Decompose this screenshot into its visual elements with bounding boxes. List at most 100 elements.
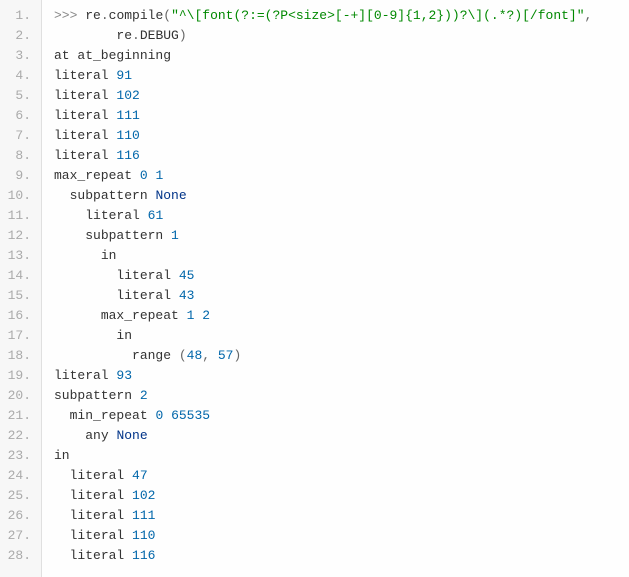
code-token: max_repeat [54, 168, 140, 183]
code-token: 93 [116, 368, 132, 383]
code-token: literal [70, 548, 132, 563]
code-token: literal [54, 88, 116, 103]
code-line: literal 110 [54, 526, 629, 546]
code-token: subpattern [54, 388, 140, 403]
code-token: in [116, 328, 132, 343]
code-token: literal [70, 528, 132, 543]
code-line: literal 61 [54, 206, 629, 226]
code-token: max_repeat [101, 308, 187, 323]
code-token: in [101, 248, 117, 263]
code-token: 110 [132, 528, 155, 543]
code-line: literal 111 [54, 506, 629, 526]
code-line: min_repeat 0 65535 [54, 406, 629, 426]
line-number: 17. [0, 326, 41, 346]
code-token: 47 [132, 468, 148, 483]
code-line: literal 102 [54, 486, 629, 506]
line-number: 20. [0, 386, 41, 406]
line-number: 24. [0, 466, 41, 486]
code-token: 116 [132, 548, 155, 563]
code-token: 57 [218, 348, 234, 363]
code-token: "^\[font(?:=(?P<size>[-+][0-9]{1,2}))?\]… [171, 8, 584, 23]
code-token: DEBUG [140, 28, 179, 43]
code-token: literal [54, 128, 116, 143]
code-token: 0 [140, 168, 148, 183]
code-line: literal 116 [54, 546, 629, 566]
code-token: literal [70, 468, 132, 483]
code-line: max_repeat 1 2 [54, 306, 629, 326]
line-number: 26. [0, 506, 41, 526]
code-token: 111 [132, 508, 155, 523]
line-number: 2. [0, 26, 41, 46]
code-token: 102 [116, 88, 139, 103]
code-token: re [85, 8, 101, 23]
line-number: 18. [0, 346, 41, 366]
code-line: literal 47 [54, 466, 629, 486]
code-line: subpattern 2 [54, 386, 629, 406]
code-token: compile [109, 8, 164, 23]
code-line: at at_beginning [54, 46, 629, 66]
code-token: any [85, 428, 116, 443]
code-line: literal 45 [54, 266, 629, 286]
line-number: 23. [0, 446, 41, 466]
code-area: >>> re.compile("^\[font(?:=(?P<size>[-+]… [42, 0, 629, 577]
code-line: literal 93 [54, 366, 629, 386]
code-token: subpattern [70, 188, 156, 203]
code-token: ( [163, 8, 171, 23]
code-line: re.DEBUG) [54, 26, 629, 46]
code-token: 48 [187, 348, 203, 363]
code-token: None [155, 188, 186, 203]
code-token: literal [54, 68, 116, 83]
code-token: literal [116, 268, 178, 283]
code-token: 1 [171, 228, 179, 243]
line-number: 4. [0, 66, 41, 86]
code-line: max_repeat 0 1 [54, 166, 629, 186]
line-number: 11. [0, 206, 41, 226]
line-number: 9. [0, 166, 41, 186]
line-number: 8. [0, 146, 41, 166]
code-line: literal 43 [54, 286, 629, 306]
code-line: in [54, 446, 629, 466]
code-line: >>> re.compile("^\[font(?:=(?P<size>[-+]… [54, 6, 629, 26]
code-token: 43 [179, 288, 195, 303]
line-number: 25. [0, 486, 41, 506]
code-token: ) [233, 348, 241, 363]
code-token: literal [116, 288, 178, 303]
line-number: 12. [0, 226, 41, 246]
code-line: subpattern 1 [54, 226, 629, 246]
line-number-gutter: 1.2.3.4.5.6.7.8.9.10.11.12.13.14.15.16.1… [0, 0, 42, 577]
code-token: 2 [202, 308, 210, 323]
code-line: in [54, 246, 629, 266]
line-number: 19. [0, 366, 41, 386]
line-number: 3. [0, 46, 41, 66]
code-token: . [101, 8, 109, 23]
code-token: 102 [132, 488, 155, 503]
code-line: literal 110 [54, 126, 629, 146]
line-number: 13. [0, 246, 41, 266]
code-token: >>> [54, 8, 85, 23]
code-token: 2 [140, 388, 148, 403]
code-token: 116 [116, 148, 139, 163]
line-number: 10. [0, 186, 41, 206]
code-token: 110 [116, 128, 139, 143]
code-token: 111 [116, 108, 139, 123]
code-token: subpattern [85, 228, 171, 243]
code-token: , [202, 348, 218, 363]
code-token: range [132, 348, 179, 363]
code-token: literal [54, 148, 116, 163]
code-token: 91 [116, 68, 132, 83]
code-token: min_repeat [70, 408, 156, 423]
code-token: literal [85, 208, 147, 223]
code-token: 65535 [171, 408, 210, 423]
line-number: 15. [0, 286, 41, 306]
code-line: range (48, 57) [54, 346, 629, 366]
code-line: subpattern None [54, 186, 629, 206]
code-token: re [116, 28, 132, 43]
line-number: 6. [0, 106, 41, 126]
line-number: 16. [0, 306, 41, 326]
line-number: 14. [0, 266, 41, 286]
line-number: 5. [0, 86, 41, 106]
line-number: 27. [0, 526, 41, 546]
code-token: in [54, 448, 70, 463]
line-number: 21. [0, 406, 41, 426]
line-number: 28. [0, 546, 41, 566]
